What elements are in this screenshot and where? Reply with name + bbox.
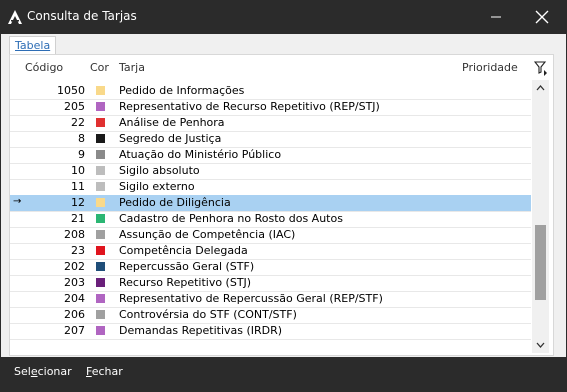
cell-codigo: 202 [64,260,85,273]
cell-tarja: Representativo de Repercussão Geral (REP… [119,292,383,305]
cell-tarja: Demandas Repetitivas (IRDR) [119,324,283,337]
table-row[interactable]: 10 Sigilo absoluto [10,163,531,180]
scroll-thumb[interactable] [535,225,546,300]
cell-codigo: 10 [71,164,85,177]
cell-tarja: Competência Delegada [119,244,248,257]
cell-codigo: 207 [64,324,85,337]
cell-codigo: 12 [71,196,85,209]
color-swatch [96,310,105,319]
cell-codigo: 204 [64,292,85,305]
consulta-tarjas-window: Consulta de Tarjas Tabela Código Cor Tar… [0,0,567,392]
fechar-button[interactable]: Fechar [86,365,123,378]
color-swatch [96,246,105,255]
scroll-down-icon[interactable] [532,337,549,353]
cell-tarja: Pedido de Informações [119,84,245,97]
cell-codigo: 9 [78,148,85,161]
grid-header: Código Cor Tarja Prioridade [10,59,553,77]
color-swatch [96,134,105,143]
column-header-cor[interactable]: Cor [90,61,109,74]
color-swatch [96,230,105,239]
cell-codigo: 206 [64,308,85,321]
table-row[interactable]: 207 Demandas Repetitivas (IRDR) [10,323,531,340]
window-title: Consulta de Tarjas [27,9,137,23]
cell-codigo: 8 [78,132,85,145]
table-row[interactable]: 22 Análise de Penhora [10,115,531,132]
cell-codigo: 1050 [57,84,85,97]
cell-tarja: Recurso Repetitivo (STJ) [119,276,252,289]
cell-tarja: Sigilo absoluto [119,164,200,177]
selecionar-mnemonic: e [30,365,38,378]
color-swatch [96,198,105,207]
selecionar-button[interactable]: Selecionar [14,365,72,378]
cell-tarja: Controvérsia do STF (CONT/STF) [119,308,297,321]
table-row[interactable]: 206 Controvérsia do STF (CONT/STF) [10,307,531,324]
selecionar-label-part: Sel [14,365,31,378]
color-swatch [96,326,105,335]
table-row[interactable]: 205 Representativo de Recurso Repetitivo … [10,99,531,116]
table-row[interactable]: 208 Assunção de Competência (IAC) [10,227,531,244]
client-area: Tabela Código Cor Tarja Prioridade 1050 P… [1,34,566,357]
color-swatch [96,278,105,287]
cell-codigo: 205 [64,100,85,113]
cell-codigo: 11 [71,180,85,193]
table-row[interactable]: 8 Segredo de Justiça [10,131,531,148]
table-row[interactable]: 203 Recurso Repetitivo (STJ) [10,275,531,292]
table-row[interactable]: 1050 Pedido de Informações [10,83,531,100]
cell-codigo: 21 [71,212,85,225]
table-row[interactable]: 9 Atuação do Ministério Público [10,147,531,164]
cell-tarja: Sigilo externo [119,180,195,193]
table-row[interactable]: 11 Sigilo externo [10,179,531,196]
filter-icon[interactable] [534,60,548,76]
color-swatch [96,166,105,175]
selecionar-label-part: cionar [37,365,72,378]
color-swatch [96,262,105,271]
color-swatch [96,294,105,303]
scroll-up-icon[interactable] [532,80,549,96]
close-button[interactable] [529,6,555,28]
tab-strip: Tabela [1,34,566,55]
color-swatch [96,150,105,159]
minimize-button[interactable] [483,6,509,28]
column-header-codigo[interactable]: Código [25,61,63,74]
title-bar: Consulta de Tarjas [0,0,567,34]
cell-tarja: Análise de Penhora [119,116,225,129]
column-header-prioridade[interactable]: Prioridade [462,61,518,74]
cell-tarja: Representativo de Recurso Repetitivo (RE… [119,100,380,113]
cell-codigo: 22 [71,116,85,129]
column-header-tarja[interactable]: Tarja [119,61,145,74]
cell-tarja: Cadastro de Penhora no Rosto dos Autos [119,212,343,225]
cell-tarja: Pedido de Diligência [119,196,231,209]
vertical-scrollbar[interactable] [532,80,549,353]
footer-bar: Selecionar Fechar [0,357,567,392]
row-indicator-icon: → [13,196,22,207]
table-row[interactable]: 204 Representativo de Repercussão Geral (… [10,291,531,308]
table-row[interactable]: → 12 Pedido de Diligência [10,195,531,212]
color-swatch [96,102,105,111]
color-swatch [96,118,105,127]
app-logo-icon [8,10,22,24]
cell-codigo: 203 [64,276,85,289]
cell-tarja: Segredo de Justiça [119,132,222,145]
cell-codigo: 23 [71,244,85,257]
table-row[interactable]: 202 Repercussão Geral (STF) [10,259,531,276]
grid-panel: Código Cor Tarja Prioridade 1050 Pedido d… [9,54,554,356]
fechar-label-part: echar [91,365,123,378]
tab-tabela[interactable]: Tabela [9,36,57,55]
cell-codigo: 208 [64,228,85,241]
table-row[interactable]: 21 Cadastro de Penhora no Rosto dos Autos [10,211,531,228]
color-swatch [96,214,105,223]
cell-tarja: Assunção de Competência (IAC) [119,228,296,241]
cell-tarja: Atuação do Ministério Público [119,148,282,161]
color-swatch [96,86,105,95]
table-row[interactable]: 23 Competência Delegada [10,243,531,260]
color-swatch [96,182,105,191]
cell-tarja: Repercussão Geral (STF) [119,260,255,273]
